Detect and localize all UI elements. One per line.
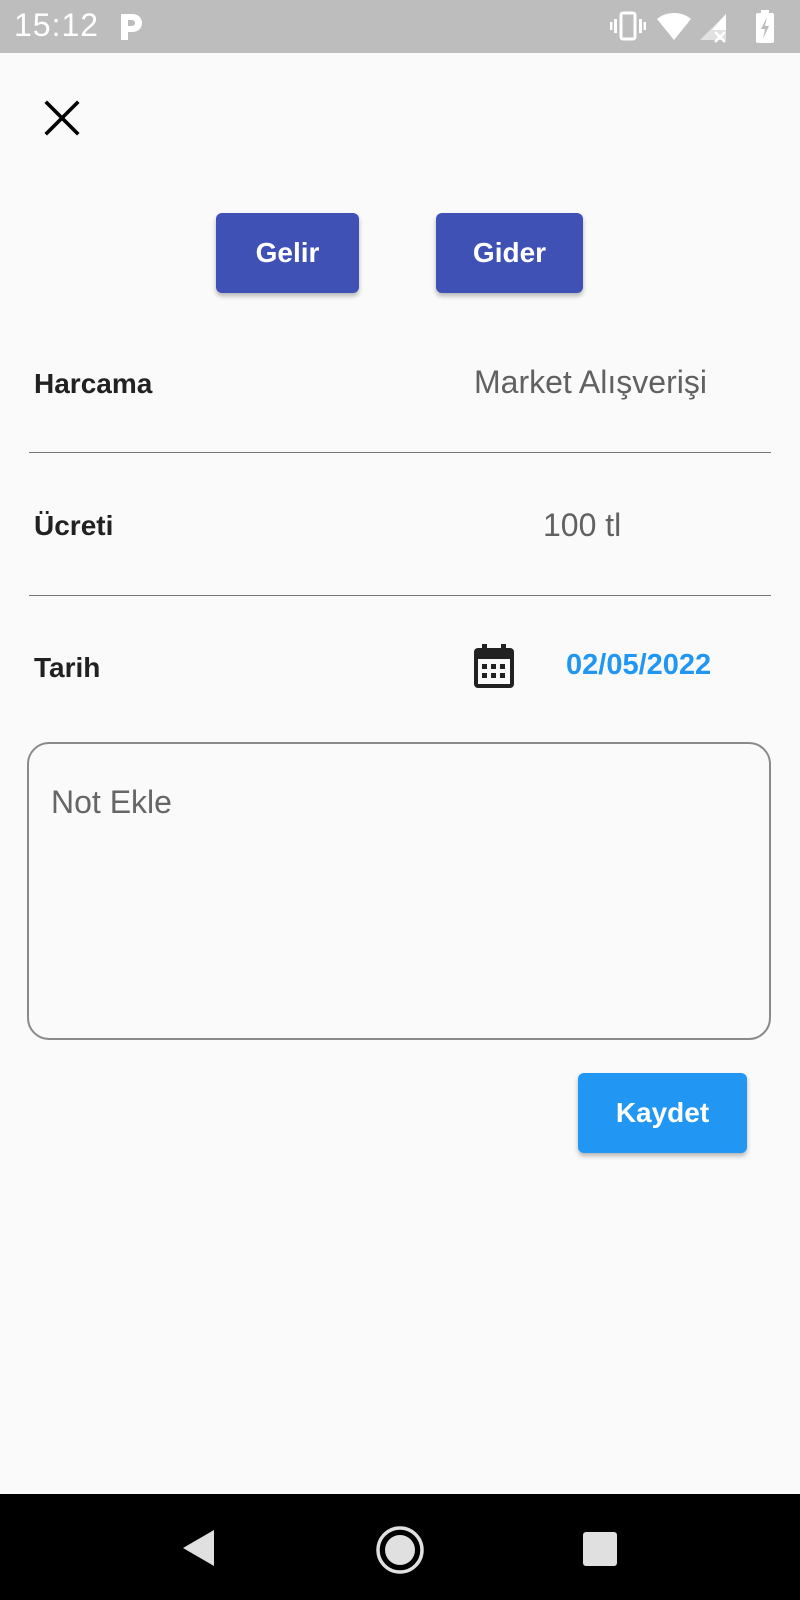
- wifi-icon: [656, 10, 692, 49]
- navigation-bar: [0, 1494, 800, 1600]
- expense-name-field[interactable]: Market Alışverişi: [474, 364, 707, 401]
- close-button[interactable]: [40, 96, 84, 140]
- close-icon: [40, 100, 84, 144]
- expense-button-label: Gider: [472, 237, 547, 268]
- signal-no-data-icon: [698, 10, 728, 49]
- divider: [29, 595, 771, 596]
- expense-label: Harcama: [34, 368, 153, 399]
- battery-charging-icon: [754, 10, 776, 49]
- status-bar: 15:12: [0, 0, 800, 53]
- vibrate-icon: [610, 10, 646, 49]
- note-input[interactable]: [51, 784, 741, 1014]
- income-button[interactable]: Gelir: [216, 213, 359, 293]
- home-icon[interactable]: [375, 1525, 425, 1580]
- save-button[interactable]: Kaydet: [578, 1073, 747, 1153]
- divider: [29, 452, 771, 453]
- date-value[interactable]: 02/05/2022: [566, 649, 711, 682]
- parking-app-icon: [118, 12, 144, 42]
- income-button-label: Gelir: [255, 237, 320, 268]
- calendar-icon[interactable]: [473, 643, 515, 689]
- date-label: Tarih: [34, 652, 101, 683]
- expense-button[interactable]: Gider: [436, 213, 583, 293]
- note-box: [27, 742, 771, 1040]
- amount-field[interactable]: 100 tl: [543, 507, 621, 544]
- amount-label: Ücreti: [34, 510, 114, 541]
- status-time: 15:12: [14, 7, 100, 43]
- save-button-label: Kaydet: [615, 1097, 710, 1128]
- back-icon[interactable]: [180, 1528, 216, 1573]
- recents-icon[interactable]: [583, 1532, 617, 1571]
